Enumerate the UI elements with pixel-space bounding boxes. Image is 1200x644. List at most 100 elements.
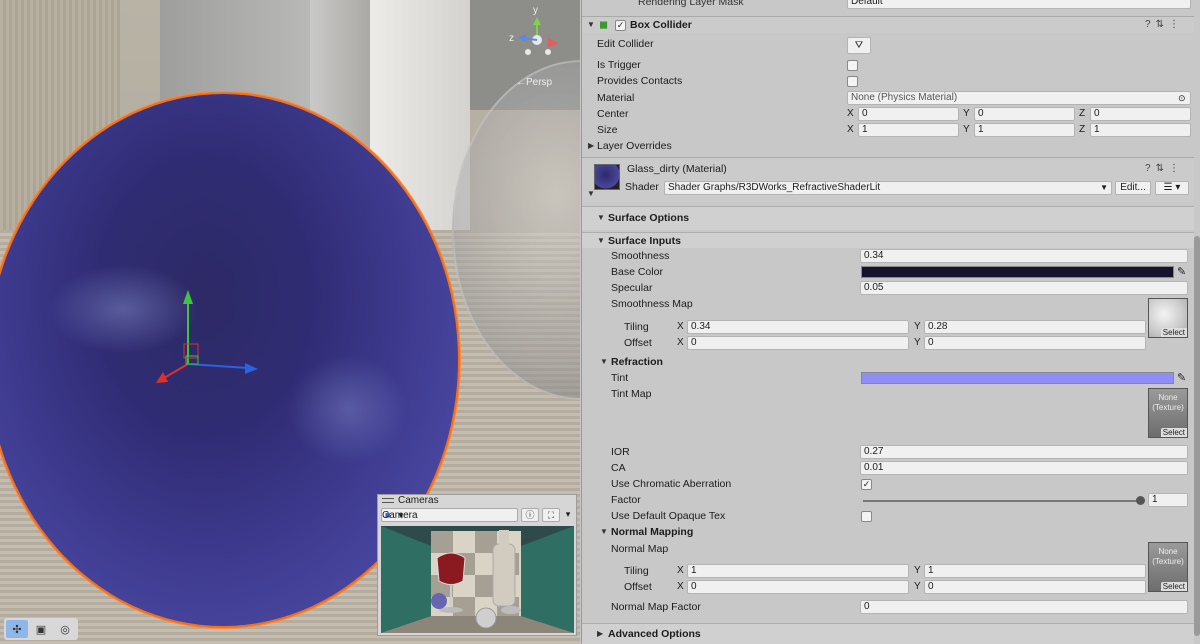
- foldout-arrow-icon[interactable]: ▼: [600, 354, 608, 370]
- advanced-options-foldout[interactable]: ▶ Advanced Options: [582, 623, 1194, 644]
- frame-camera-icon[interactable]: ⛶: [542, 508, 560, 522]
- eyedropper-icon[interactable]: ✎: [1177, 264, 1186, 280]
- object-picker-icon[interactable]: ⊙: [1178, 90, 1186, 106]
- normal-mapping-foldout[interactable]: ▼ Normal Mapping: [582, 524, 1194, 540]
- factor-label: Factor: [611, 494, 641, 506]
- inspector-scrollbar[interactable]: [1194, 236, 1200, 636]
- is-trigger-checkbox[interactable]: [847, 60, 858, 71]
- axis-y-label: Y: [963, 124, 970, 135]
- provides-contacts-checkbox[interactable]: [847, 76, 858, 87]
- scene-view[interactable]: y z ←Persp ✣ ▣ ◎ Cameras ■ Camera ▼ ⓘ ⛶ …: [0, 0, 580, 644]
- use-chromatic-aberration-checkbox[interactable]: ✓: [861, 479, 872, 490]
- help-icon[interactable]: ?: [1145, 19, 1156, 30]
- camera-select[interactable]: ■ Camera ▼: [381, 508, 518, 522]
- foldout-arrow-icon[interactable]: ▼: [597, 233, 605, 249]
- normal-offset-y-field[interactable]: 0: [924, 580, 1146, 594]
- offset-label: Offset: [624, 337, 652, 349]
- box-collider-enabled-checkbox[interactable]: ✓: [615, 20, 626, 31]
- box-collider-icon: ◼: [599, 19, 609, 31]
- factor-slider-track[interactable]: [863, 500, 1140, 502]
- camera-preview: [381, 526, 574, 633]
- size-y-field[interactable]: 1: [974, 123, 1075, 137]
- layer-overrides-label: Layer Overrides: [597, 140, 672, 152]
- material-header[interactable]: ▼ Glass_dirty (Material) Shader Shader G…: [582, 157, 1194, 202]
- tiling-y-field[interactable]: 0.28: [924, 320, 1146, 334]
- shader-menu-button[interactable]: ☰ ▾: [1155, 181, 1189, 195]
- center-z-field[interactable]: 0: [1090, 107, 1191, 121]
- ca-label: CA: [611, 462, 626, 474]
- surface-inputs-title: Surface Inputs: [608, 235, 681, 247]
- axis-x-label: X: [677, 321, 684, 332]
- edit-shader-button[interactable]: Edit...: [1115, 181, 1151, 195]
- foldout-arrow-icon[interactable]: ▼: [600, 524, 608, 540]
- shader-dropdown[interactable]: Shader Graphs/R3DWorks_RefractiveShaderL…: [664, 181, 1112, 195]
- drag-handle-icon[interactable]: [382, 498, 394, 503]
- normal-tiling-y-field[interactable]: 1: [924, 564, 1146, 578]
- eyedropper-icon[interactable]: ✎: [1177, 370, 1186, 386]
- foldout-arrow-icon[interactable]: ▼: [587, 17, 595, 33]
- compass-tool-icon[interactable]: ◎: [54, 620, 76, 638]
- axis-z-label: Z: [1079, 124, 1086, 135]
- offset-x-field[interactable]: 0: [687, 336, 909, 350]
- tint-color-swatch[interactable]: [861, 372, 1174, 384]
- box-collider-title: Box Collider: [630, 19, 692, 31]
- edit-collider-button[interactable]: ⛛: [847, 37, 871, 54]
- factor-field[interactable]: 1: [1148, 493, 1188, 507]
- presets-icon[interactable]: ⇅: [1156, 163, 1169, 174]
- specular-field[interactable]: 0.05: [860, 281, 1188, 295]
- axis-y-label: Y: [914, 321, 921, 332]
- foldout-arrow-icon[interactable]: ▼: [587, 186, 595, 202]
- base-color-swatch[interactable]: [861, 266, 1174, 278]
- projection-label[interactable]: ←Persp: [516, 77, 552, 88]
- cameras-overlay-title[interactable]: Cameras: [378, 495, 576, 507]
- help-icon[interactable]: ?: [1145, 163, 1156, 174]
- kebab-menu-icon[interactable]: ⋮: [1169, 19, 1184, 30]
- offset-y-field[interactable]: 0: [924, 336, 1146, 350]
- axis-y-label: Y: [914, 337, 921, 348]
- use-default-opaque-tex-label: Use Default Opaque Tex: [611, 510, 726, 522]
- surface-options-title: Surface Options: [608, 212, 690, 224]
- refraction-foldout[interactable]: ▼ Refraction: [582, 354, 1194, 370]
- use-chromatic-aberration-label: Use Chromatic Aberration: [611, 478, 732, 490]
- surface-inputs-foldout[interactable]: ▼ Surface Inputs: [582, 232, 1194, 248]
- rendering-layer-mask-dropdown[interactable]: Default: [847, 0, 1191, 9]
- move-tool-icon[interactable]: ✣: [6, 620, 28, 638]
- ior-field[interactable]: 0.27: [860, 445, 1188, 459]
- normal-offset-x-field[interactable]: 0: [687, 580, 909, 594]
- tiling-x-field[interactable]: 0.34: [687, 320, 909, 334]
- provides-contacts-label: Provides Contacts: [597, 75, 683, 87]
- chevron-down-icon: ▼: [1100, 183, 1108, 192]
- inspector-panel[interactable]: Rendering Layer Mask Default ▼ ◼ ✓ Box C…: [581, 0, 1200, 644]
- specular-label: Specular: [611, 282, 653, 294]
- factor-slider-handle[interactable]: [1136, 496, 1145, 505]
- axis-y-label: Y: [963, 108, 970, 119]
- normal-map-factor-field[interactable]: 0: [860, 600, 1188, 614]
- foldout-arrow-icon[interactable]: ▼: [597, 207, 605, 229]
- box-collider-header[interactable]: ▼ ◼ ✓ Box Collider ?⇅⋮: [582, 16, 1194, 33]
- tint-map-slot[interactable]: None (Texture) Select: [1148, 388, 1188, 438]
- physics-material-field[interactable]: None (Physics Material): [847, 91, 1191, 105]
- foldout-arrow-icon[interactable]: ▶: [597, 624, 603, 644]
- select-texture-button[interactable]: Select: [1160, 428, 1187, 437]
- ca-field[interactable]: 0.01: [860, 461, 1188, 475]
- cameras-overlay[interactable]: Cameras ■ Camera ▼ ⓘ ⛶ ▾: [377, 494, 577, 636]
- size-x-field[interactable]: 1: [858, 123, 959, 137]
- normal-map-factor-label: Normal Map Factor: [611, 601, 701, 613]
- normal-tiling-x-field[interactable]: 1: [687, 564, 909, 578]
- scene-tool-overlay: ✣ ▣ ◎: [4, 618, 78, 640]
- center-x-field[interactable]: 0: [858, 107, 959, 121]
- size-z-field[interactable]: 1: [1090, 123, 1191, 137]
- foldout-arrow-icon[interactable]: ▶: [588, 138, 594, 154]
- presets-icon[interactable]: ⇅: [1156, 19, 1169, 30]
- center-label: Center: [597, 108, 629, 120]
- smoothness-field[interactable]: 0.34: [860, 249, 1188, 263]
- kebab-menu-icon[interactable]: ⋮: [1169, 163, 1184, 174]
- surface-options-foldout[interactable]: ▼ Surface Options: [582, 206, 1194, 230]
- center-y-field[interactable]: 0: [974, 107, 1075, 121]
- use-default-opaque-tex-checkbox[interactable]: [861, 511, 872, 522]
- camera-tool-icon[interactable]: ▣: [30, 620, 52, 638]
- advanced-options-title: Advanced Options: [608, 628, 701, 640]
- overlay-menu-icon[interactable]: ▾: [563, 508, 573, 522]
- info-icon[interactable]: ⓘ: [521, 508, 539, 522]
- layer-overrides-foldout[interactable]: ▶ Layer Overrides: [582, 138, 1194, 154]
